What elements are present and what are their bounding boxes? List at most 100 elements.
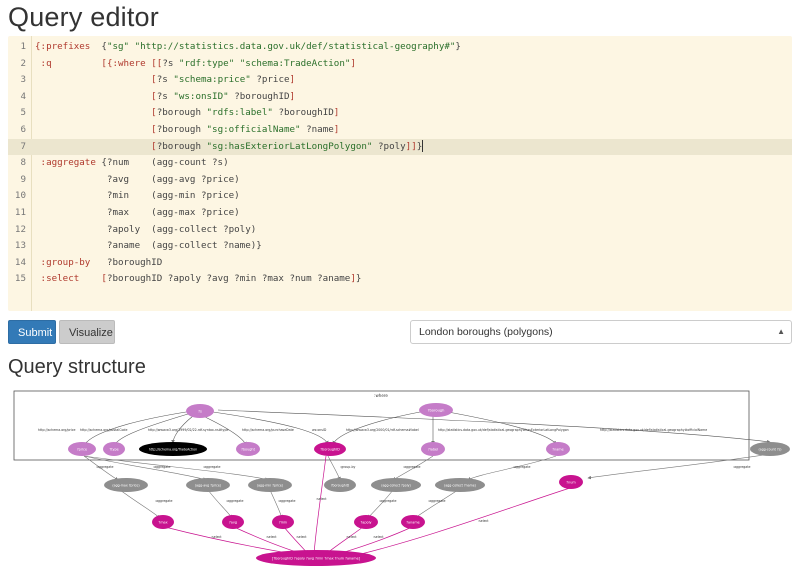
code-token: ?s [156, 90, 174, 102]
edge-label-polygon: http://statistics.data.gov.uk/def/statis… [438, 428, 569, 432]
where-label: :where [374, 393, 388, 398]
query-structure-graph: :where http://schema.org/price http://sc… [13, 390, 790, 566]
code-text[interactable]: [?borough "sg:hasExteriorLatLongPolygon"… [35, 139, 424, 156]
code-text[interactable]: {:prefixes {"sg" "http://statistics.data… [35, 39, 461, 56]
edge-label-type: http://www.w3.org/1999/02/22-rdf-syntax-… [148, 428, 228, 432]
select-label-1: :select [211, 535, 222, 539]
code-token: ?boroughID [90, 256, 163, 268]
code-line[interactable]: 12 ?apoly (agg-collect ?poly) [8, 222, 792, 239]
code-line[interactable]: 13 ?aname (agg-collect ?name)} [8, 238, 792, 255]
code-text[interactable]: [?borough "rdfs:label" ?boroughID] [35, 105, 339, 122]
code-token: [[ [151, 57, 163, 69]
node-bought-label: ?bought [241, 448, 255, 452]
line-number: 8 [20, 157, 26, 169]
code-line[interactable]: 15 :select [?boroughID ?apoly ?avg ?min … [8, 271, 792, 288]
code-text[interactable]: :group-by ?boroughID [35, 255, 163, 272]
code-line[interactable]: 4 [?s "ws:onsID" ?boroughID] [8, 89, 792, 106]
node-type-label: ?type [109, 448, 118, 452]
line-number: 3 [20, 74, 26, 86]
select-label-5: :select [346, 535, 357, 539]
code-line[interactable]: 8 :aggregate {?num (agg-count ?s) [8, 155, 792, 172]
edge-label-postal: http://schema.org/postalCode [80, 428, 127, 432]
code-line[interactable]: 2 :q [{:where [[?s "rdf:type" "schema:Tr… [8, 56, 792, 73]
select-edge-5 [325, 526, 364, 555]
code-token: } [455, 41, 461, 52]
code-line[interactable]: 7 [?borough "sg:hasExteriorLatLongPolygo… [8, 138, 792, 156]
code-line[interactable]: 3 [?s "schema:price" ?price] [8, 72, 792, 89]
code-text[interactable]: ?min (agg-min ?price) [35, 188, 240, 205]
code-line[interactable]: 1 {:prefixes {"sg" "http://statistics.dat… [8, 39, 792, 56]
select-chevron-icon: ▲ [777, 327, 785, 336]
code-token: :select [35, 273, 80, 285]
line-number: 13 [14, 240, 26, 252]
edge-out-4 [367, 489, 394, 519]
dataset-select[interactable]: London boroughs (polygons) ▲ [410, 320, 792, 344]
code-token: :where [112, 57, 146, 69]
code-line[interactable]: 11 ?max (agg-max ?price) [8, 205, 792, 222]
node-avg-label: ?avg [229, 521, 237, 525]
code-text[interactable]: ?apoly (agg-collect ?poly) [35, 222, 256, 239]
code-token: ?borough [156, 107, 207, 119]
code-line[interactable]: 5 [?borough "rdfs:label" ?boroughID] [8, 105, 792, 122]
page-title: Query editor [8, 2, 159, 32]
code-text[interactable]: [?borough "sg:officialName" ?name] [35, 122, 339, 139]
code-token: ] [333, 123, 340, 135]
node-s-label: ?s [198, 410, 202, 414]
edge-out-2 [207, 489, 233, 519]
dataset-select-value: London boroughs (polygons) [419, 326, 553, 338]
line-number: 5 [20, 107, 26, 119]
code-text[interactable]: [?s "schema:price" ?price] [35, 72, 295, 89]
code-token: ?min (agg-min ?price) [35, 190, 240, 202]
code-line[interactable]: 10 ?min (agg-min ?price) [8, 188, 792, 205]
code-text[interactable]: :select [?boroughID ?apoly ?avg ?min ?ma… [35, 271, 362, 288]
code-token: "sg" "http://statistics.data.gov.uk/def/… [106, 41, 456, 52]
code-text[interactable]: ?max (agg-max ?price) [35, 205, 240, 222]
code-token: "ws:onsID" [173, 90, 229, 102]
agg-label-8: :aggregate [155, 499, 173, 503]
agg-label-1: :aggregate [96, 465, 114, 469]
code-token: ] [289, 90, 296, 102]
line-number: 4 [20, 90, 26, 102]
edge-out-5 [414, 489, 459, 519]
agg-label-12: :aggregate [428, 499, 446, 503]
code-line[interactable]: 14 :group-by ?boroughID [8, 255, 792, 272]
submit-button[interactable]: Submit [8, 320, 56, 344]
node-borough-id-label: ?boroughID [320, 448, 340, 452]
code-token: :q [35, 57, 52, 69]
agg-label-5: :aggregate [513, 465, 531, 469]
visualize-button[interactable]: Visualize [59, 320, 115, 344]
code-text[interactable]: [?s "ws:onsID" ?boroughID] [35, 89, 295, 106]
text-cursor [422, 140, 424, 153]
node-agg-min-label: (agg-min ?price) [257, 484, 283, 488]
editor-lines[interactable]: 1 {:prefixes {"sg" "http://statistics.dat… [8, 39, 792, 288]
line-number: 10 [14, 190, 26, 202]
node-name-label: ?name [552, 448, 563, 452]
code-text[interactable]: :aggregate {?num (agg-count ?s) [35, 155, 229, 172]
agg-label-4: :aggregate [403, 465, 421, 469]
code-text[interactable]: :q [{:where [[?s "rdf:type" "schema:Trad… [35, 56, 356, 73]
select-edge-1 [164, 526, 294, 556]
node-apoly-label: ?apoly [360, 521, 371, 525]
code-editor[interactable]: 1 {:prefixes {"sg" "http://statistics.dat… [8, 36, 792, 311]
edge-s-long [217, 409, 771, 444]
node-borough-label: ?borough [428, 409, 445, 413]
select-edge-6 [337, 526, 413, 556]
code-token: "rdfs:label" [206, 107, 273, 119]
code-token: "sg:officialName" [206, 123, 301, 135]
query-structure-title: Query structure [8, 356, 146, 378]
code-text[interactable]: ?avg (agg-avg ?price) [35, 172, 240, 189]
node-select-label: [?boroughID ?apoly ?avg ?min ?max ?num ?… [272, 557, 361, 561]
edge-out-1 [119, 489, 161, 519]
code-line[interactable]: 6 [?borough "sg:officialName" ?name] [8, 122, 792, 139]
code-line[interactable]: 9 ?avg (agg-avg ?price) [8, 172, 792, 189]
node-count-s-label: (agg-count ?s) [759, 448, 782, 452]
line-number: 11 [14, 206, 26, 218]
line-number: 14 [14, 256, 26, 268]
code-token: ?boroughID [228, 90, 290, 102]
node-aname-label: ?aname [406, 521, 420, 525]
code-text[interactable]: ?aname (agg-collect ?name)} [35, 238, 262, 255]
line-number: 1 [20, 41, 26, 52]
